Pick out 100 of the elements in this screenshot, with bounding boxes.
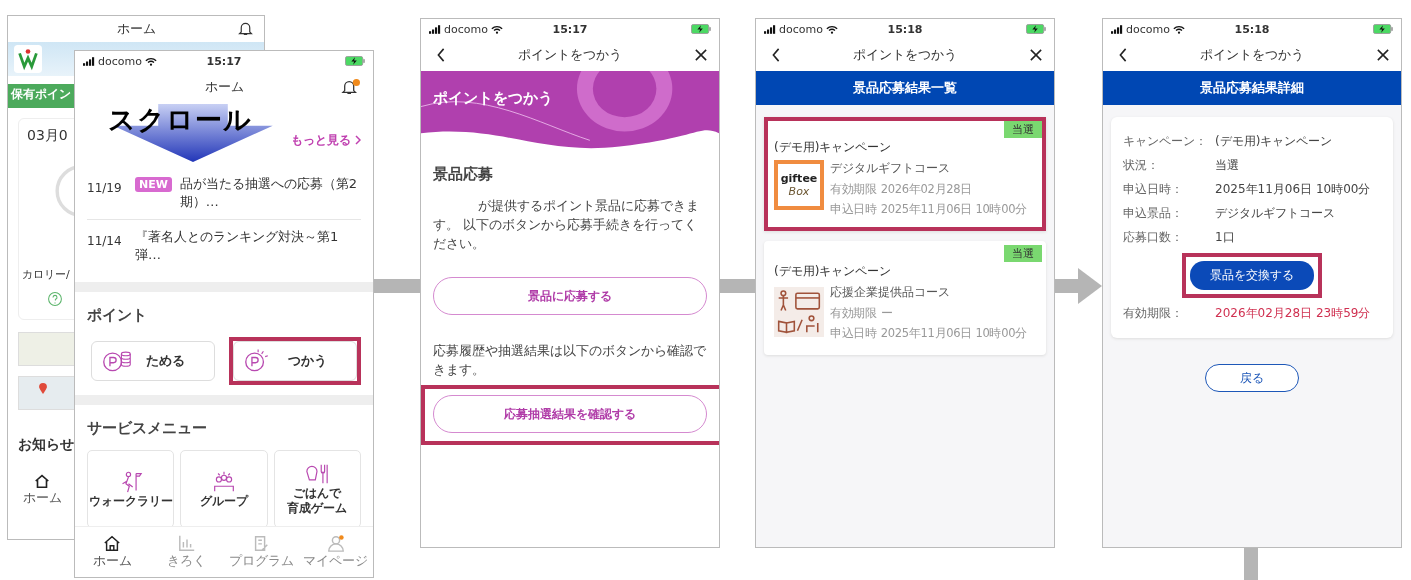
tile-label: 育成ゲーム — [287, 501, 348, 515]
field-value: 2026年02月28日 — [880, 182, 973, 197]
course-name: デジタルギフトコース — [830, 160, 951, 177]
back-button[interactable]: 戻る — [1205, 364, 1299, 392]
battery-icon — [1373, 24, 1393, 34]
news-item[interactable]: 11/14 『著名人とのランキング対決～第1弾… — [87, 220, 361, 272]
tab-label: プログラム — [228, 553, 294, 570]
tab-item[interactable]: ホーム — [75, 527, 150, 577]
exchange-button[interactable]: 景品を交換する — [1190, 261, 1314, 290]
header-title: 景品応募結果詳細 — [1200, 79, 1304, 97]
food-icon — [304, 463, 331, 485]
wifi-icon — [490, 24, 503, 34]
bell-icon[interactable] — [237, 20, 254, 37]
outline-button[interactable]: 応募抽選結果を確認する — [433, 395, 707, 433]
back-icon[interactable] — [435, 48, 447, 62]
bar-chart-icon — [176, 534, 197, 552]
section-heading: サービスメニュー — [87, 419, 208, 438]
close-icon[interactable] — [695, 48, 707, 62]
signal-icon — [1111, 24, 1123, 34]
status-time: 15:17 — [552, 22, 588, 36]
outline-button[interactable]: 景品に応募する — [433, 277, 707, 315]
field-value: ー — [880, 306, 893, 321]
tab-item[interactable]: プログラム — [224, 527, 299, 577]
banner-title: ポイントをつかう — [433, 89, 553, 108]
screen-title: ホーム — [204, 78, 244, 96]
close-icon[interactable] — [1030, 48, 1042, 62]
prize-illustration-drawing — [774, 284, 824, 340]
field-label: 応募口数： — [1123, 229, 1184, 246]
date-label: 03月0 — [27, 127, 68, 145]
map-pin-icon — [39, 383, 47, 394]
status-time: 15:17 — [206, 54, 242, 68]
battery-icon — [691, 24, 711, 34]
point-button[interactable]: つかう — [233, 341, 357, 381]
field-value: 当選 — [1215, 157, 1239, 174]
tile-label: ウォークラリー — [88, 493, 173, 508]
field-label: 有効期限 — [830, 182, 877, 197]
signal-icon — [764, 24, 776, 34]
course-name: 応援企業提供品コース — [830, 284, 951, 301]
coin-stack-icon — [102, 349, 132, 373]
field-label: キャンペーン： — [1123, 133, 1208, 150]
status-badge: 当選 — [1004, 245, 1042, 262]
tile-label: グループ — [200, 493, 248, 508]
result-card[interactable]: 当選 (デモ用)キャンペーン 応援企業提供品コース 有効期限 ー 申込日時 2025年11月06日 10時00分 — [764, 241, 1046, 355]
gift-box-logo: giftee Box — [774, 160, 824, 210]
screen-title: ポイントをつかう — [1200, 46, 1304, 64]
home-icon — [32, 472, 52, 490]
status-time: 15:18 — [887, 22, 923, 36]
group-icon — [211, 470, 237, 493]
tab-item[interactable]: ホーム — [22, 472, 62, 507]
field-value: 2025年11月06日 10時00分 — [1215, 181, 1371, 198]
expiry-value: 2026年02月28日 23時59分 — [1215, 305, 1371, 322]
back-icon[interactable] — [1117, 48, 1129, 62]
tab-label: マイページ — [303, 553, 369, 570]
signal-icon — [429, 24, 441, 34]
point-button[interactable]: ためる — [91, 341, 215, 381]
tab-item[interactable]: マイページ — [298, 527, 373, 577]
carrier-name: docomo — [779, 22, 823, 36]
close-icon[interactable] — [1377, 48, 1389, 62]
more-link[interactable]: もっと見る — [291, 131, 361, 149]
news-title: 品が当たる抽選への応募（第2期）… — [179, 175, 359, 211]
section-heading: ポイント — [87, 306, 148, 325]
campaign-name: (デモ用)キャンペーン — [774, 139, 893, 156]
tab-item[interactable]: きろく — [149, 527, 224, 577]
field-label: 申込日時： — [1123, 181, 1184, 198]
header-title: 景品応募結果一覧 — [853, 79, 957, 97]
scroll-annotation: スクロール — [108, 103, 252, 137]
bell-icon[interactable] — [341, 78, 361, 96]
carrier-name: docomo — [444, 22, 488, 36]
back-icon[interactable] — [770, 48, 782, 62]
screen-title: ホーム — [116, 20, 156, 38]
news-date: 11/14 — [87, 233, 123, 248]
tab-label: ホーム — [92, 553, 132, 570]
carrier-name: docomo — [98, 54, 142, 68]
user-icon — [325, 534, 346, 552]
section-heading: お知らせ — [18, 436, 74, 454]
tile-label: ごはんで — [293, 486, 342, 500]
tab-label: きろく — [167, 553, 207, 570]
field-label: 有効期限： — [1123, 305, 1184, 322]
campaign-name: (デモ用)キャンペーン — [774, 263, 893, 280]
news-title: 『著名人とのランキング対決～第1弾… — [135, 228, 340, 264]
home-icon — [102, 534, 123, 552]
field-label: 申込日時 — [830, 326, 877, 341]
field-label: 申込日時 — [830, 202, 877, 217]
note-text: 応募履歴や抽選結果は以下のボタンから確認できます。 — [433, 342, 707, 379]
screen-title: ポイントをつかう — [518, 46, 622, 64]
carrier-name: docomo — [1126, 22, 1170, 36]
field-value: 2025年11月06日 10時00分 — [880, 326, 1027, 341]
field-value: 2025年11月06日 10時00分 — [880, 202, 1027, 217]
field-label: 有効期限 — [830, 306, 877, 321]
news-item[interactable]: 11/19 NEW 品が当たる抽選への応募（第2期）… — [87, 167, 361, 220]
result-card[interactable]: 当選 (デモ用)キャンペーン giftee Box デジタルギフトコース 有効期限 2026年02月28日 申込日時 2025年11月06日 10時00分 — [764, 117, 1046, 231]
field-value: (デモ用)キャンペーン — [1215, 133, 1333, 150]
wifi-icon — [144, 56, 157, 66]
intro-text: が提供するポイント景品に応募できます。 以下のボタンから応募手続きを行ってください。 — [433, 197, 700, 253]
status-badge: 当選 — [1004, 121, 1042, 138]
field-value: デジタルギフトコース — [1215, 205, 1335, 222]
points-label: 保有ポイン — [11, 87, 71, 101]
battery-icon — [1026, 24, 1046, 34]
wifi-icon — [825, 24, 838, 34]
chevron-right-icon — [355, 135, 361, 145]
